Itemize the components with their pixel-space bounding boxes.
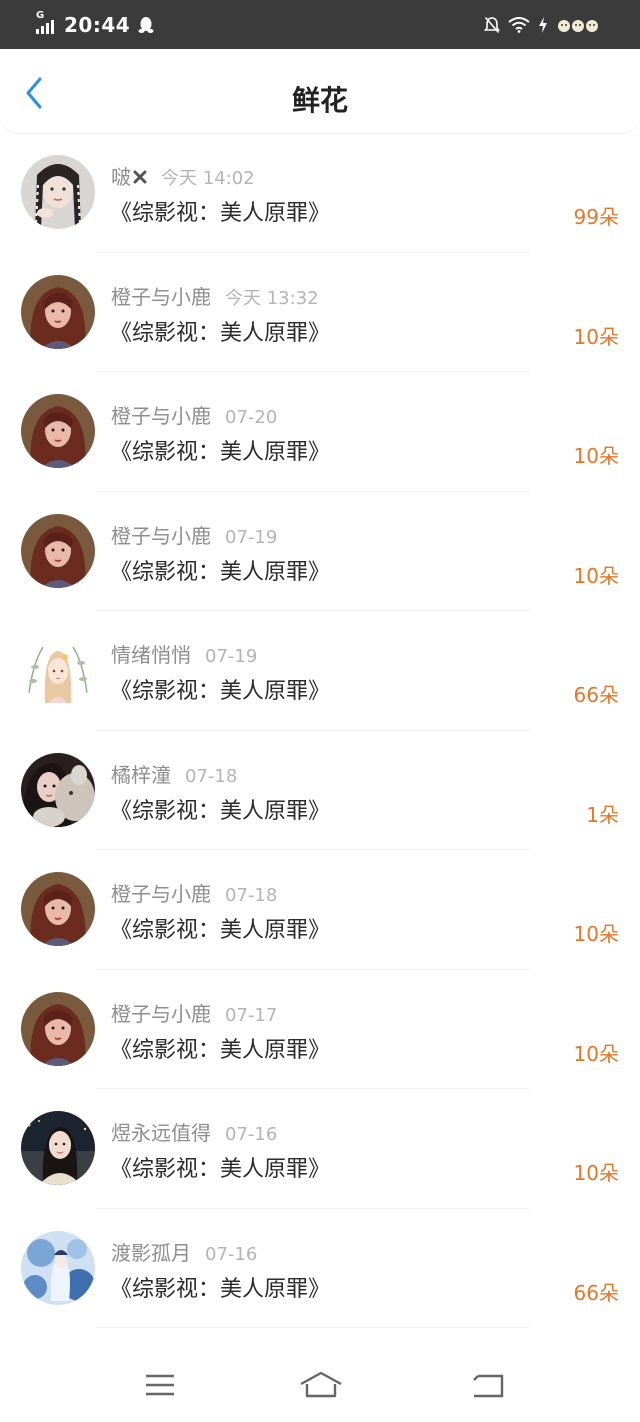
list-item[interactable]: 橙子与小鹿 07-19 《综影视：美人原罪》 10朵: [0, 492, 640, 611]
list-item[interactable]: 渡影孤月 07-16 《综影视：美人原罪》 66朵: [0, 1209, 640, 1328]
network-type: G: [36, 10, 45, 21]
flower-count: 66朵: [573, 683, 619, 707]
avatar[interactable]: [21, 633, 95, 707]
flower-count: 10朵: [573, 444, 619, 468]
book-title[interactable]: 《综影视：美人原罪》: [110, 554, 330, 586]
item-meta: 啵 今天 14:02: [111, 161, 255, 190]
item-meta: 橙子与小鹿 07-17: [111, 998, 277, 1027]
username[interactable]: 煜永远值得: [111, 1117, 211, 1146]
flower-count: 99朵: [573, 205, 619, 229]
avatar[interactable]: [21, 155, 95, 229]
list-item[interactable]: 情绪悄悄 07-19 《综影视：美人原罪》 66朵: [0, 611, 640, 731]
verified-x-icon: [133, 170, 147, 184]
avatar[interactable]: [21, 1230, 95, 1305]
status-bar-right: [484, 12, 600, 38]
avatar[interactable]: [21, 394, 95, 468]
book-title[interactable]: 《综影视：美人原罪》: [110, 1151, 330, 1183]
item-meta: 情绪悄悄 07-19: [111, 639, 257, 668]
gift-time: 07-18: [225, 885, 278, 906]
item-meta: 橙子与小鹿 07-20: [111, 400, 277, 429]
signal-icon: G: [36, 10, 56, 34]
avatar[interactable]: [21, 513, 95, 588]
flower-count: 66朵: [573, 1280, 619, 1305]
charging-icon: [538, 17, 548, 33]
wifi-icon: [508, 17, 530, 33]
book-title[interactable]: 《综影视：美人原罪》: [110, 793, 330, 825]
book-title[interactable]: 《综影视：美人原罪》: [110, 673, 330, 705]
divider: [96, 1327, 530, 1328]
avatar[interactable]: [21, 752, 95, 827]
book-title[interactable]: 《综影视：美人原罪》: [110, 315, 330, 347]
book-title[interactable]: 《综影视：美人原罪》: [110, 1271, 330, 1303]
avatar[interactable]: [21, 872, 95, 946]
status-bar: G 20:44: [0, 0, 640, 49]
system-back-button[interactable]: [470, 1370, 510, 1402]
home-button[interactable]: [298, 1370, 344, 1402]
username[interactable]: 橙子与小鹿: [111, 878, 211, 907]
avatar[interactable]: [21, 1111, 95, 1185]
home-icon: [300, 1371, 342, 1398]
username[interactable]: 情绪悄悄: [111, 639, 191, 668]
flower-count: 10朵: [573, 563, 619, 588]
page-title: 鲜花: [291, 84, 348, 117]
avatar[interactable]: [21, 274, 95, 349]
item-meta: 渡影孤月 07-16: [111, 1237, 257, 1266]
username[interactable]: 橘梓潼: [111, 759, 171, 788]
item-meta: 煜永远值得 07-16: [111, 1117, 277, 1146]
list-item[interactable]: 橘梓潼 07-18 《综影视：美人原罪》 1朵: [0, 731, 640, 850]
flower-count: 10朵: [573, 324, 619, 349]
list-item[interactable]: 橙子与小鹿 07-18 《综影视：美人原罪》 10朵: [0, 850, 640, 970]
gift-time: 07-18: [185, 765, 238, 787]
back-arrow-icon: [473, 1374, 504, 1398]
username[interactable]: 橙子与小鹿: [111, 281, 211, 310]
item-meta: 橘梓潼 07-18: [111, 759, 237, 788]
mute-bell-icon: [484, 16, 500, 34]
item-meta: 橙子与小鹿 07-19: [111, 520, 277, 549]
gift-time: 07-20: [225, 407, 278, 428]
avatar[interactable]: [21, 991, 95, 1066]
flower-gift-list: 啵 今天 14:02 《综影视：美人原罪》 99朵 橙子与小鹿 今天 13:32: [0, 133, 640, 1328]
list-item[interactable]: 啵 今天 14:02 《综影视：美人原罪》 99朵: [0, 133, 640, 253]
menu-icon: [146, 1374, 174, 1396]
menu-button[interactable]: [142, 1370, 182, 1402]
book-title[interactable]: 《综影视：美人原罪》: [110, 1032, 330, 1064]
gift-time: 今天 13:32: [225, 287, 319, 309]
status-time: 20:44: [64, 13, 131, 37]
book-title[interactable]: 《综影视：美人原罪》: [110, 434, 330, 466]
item-meta: 橙子与小鹿 今天 13:32: [111, 281, 319, 310]
gift-time: 07-19: [225, 526, 278, 548]
flower-count: 10朵: [573, 922, 619, 946]
book-title[interactable]: 《综影视：美人原罪》: [110, 912, 330, 944]
flower-count: 10朵: [573, 1041, 619, 1066]
username[interactable]: 渡影孤月: [111, 1237, 191, 1266]
gift-time: 07-17: [225, 1004, 278, 1026]
list-item[interactable]: 橙子与小鹿 今天 13:32 《综影视：美人原罪》 10朵: [0, 253, 640, 372]
username[interactable]: 橙子与小鹿: [111, 400, 211, 429]
qq-penguin-icon: [138, 17, 154, 33]
list-item[interactable]: 煜永远值得 07-16 《综影视：美人原罪》 10朵: [0, 1089, 640, 1209]
gift-time: 07-19: [205, 646, 258, 667]
navigation-bar: 鲜花: [0, 49, 640, 134]
item-meta: 橙子与小鹿 07-18: [111, 878, 277, 907]
username[interactable]: 啵: [111, 161, 131, 190]
username[interactable]: 橙子与小鹿: [111, 520, 211, 549]
gift-time: 07-16: [205, 1243, 258, 1265]
flower-count: 1朵: [586, 802, 619, 827]
list-item[interactable]: 橙子与小鹿 07-20 《综影视：美人原罪》 10朵: [0, 372, 640, 492]
system-navigation-bar: [0, 1350, 640, 1422]
gift-time: 07-16: [225, 1124, 278, 1145]
sticker-icons: [556, 16, 600, 34]
status-bar-left: G 20:44: [36, 10, 154, 40]
book-title[interactable]: 《综影视：美人原罪》: [110, 195, 330, 227]
gift-time: 今天 14:02: [161, 168, 255, 189]
username[interactable]: 橙子与小鹿: [111, 998, 211, 1027]
flower-count: 10朵: [573, 1161, 619, 1185]
list-item[interactable]: 橙子与小鹿 07-17 《综影视：美人原罪》 10朵: [0, 970, 640, 1089]
